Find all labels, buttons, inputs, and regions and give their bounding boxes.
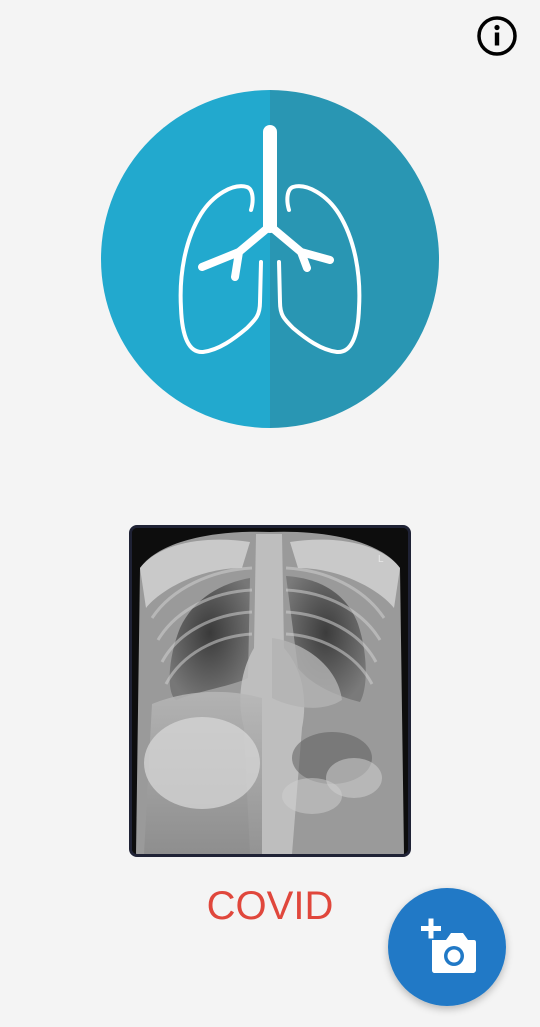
result-label: COVID	[206, 884, 334, 928]
lungs-icon	[101, 90, 439, 428]
app-logo	[101, 90, 439, 428]
chest-xray-image: L	[132, 528, 408, 854]
info-button[interactable]	[475, 14, 519, 58]
xray-image-frame: L	[129, 525, 411, 857]
add-photo-icon	[388, 888, 506, 1006]
add-photo-button[interactable]	[388, 888, 506, 1006]
xray-side-marker: L	[378, 554, 384, 565]
info-icon	[477, 16, 517, 56]
